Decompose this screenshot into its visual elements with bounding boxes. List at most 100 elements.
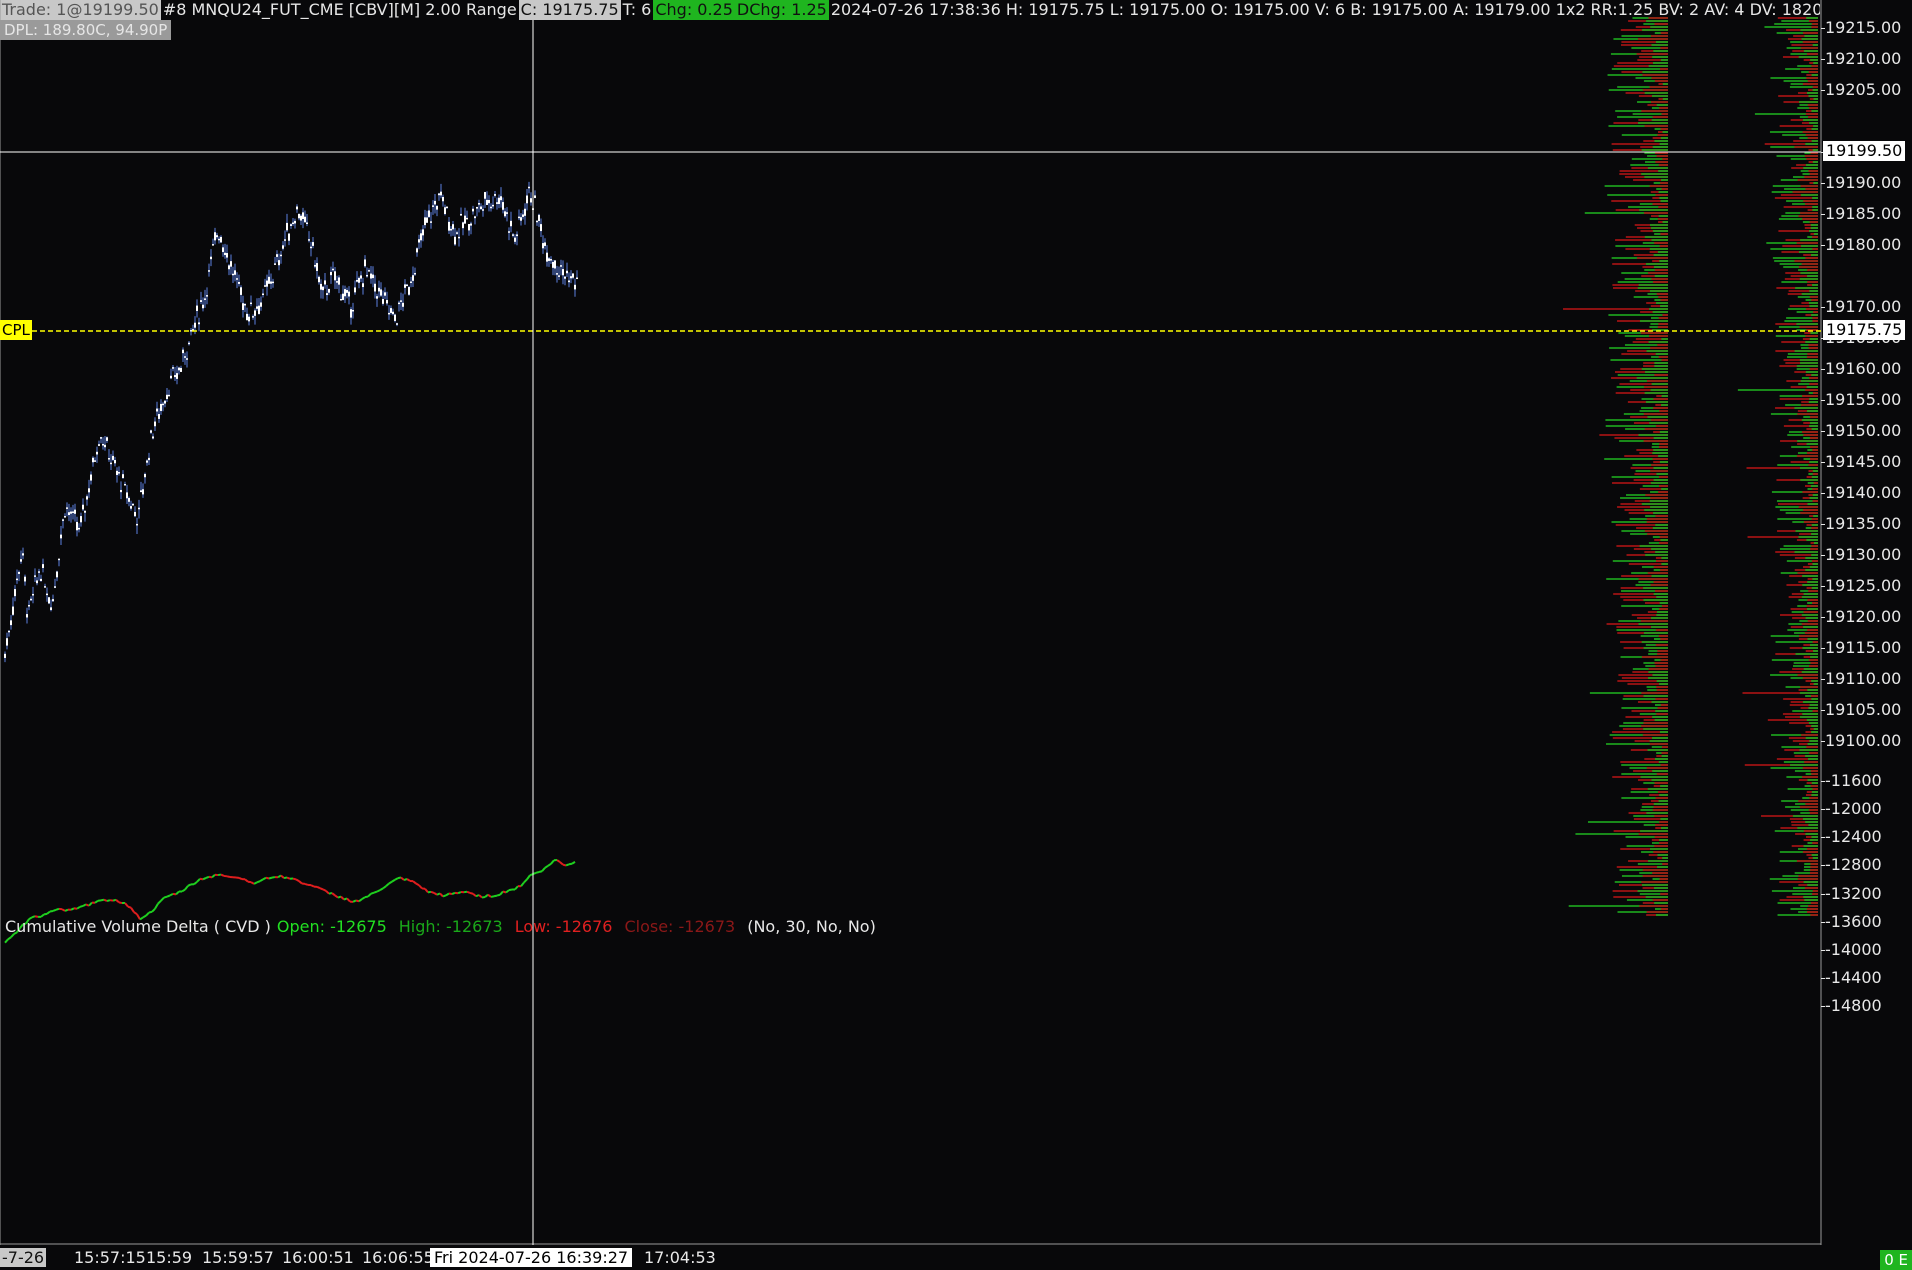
candle-body <box>216 235 218 238</box>
candle-body <box>170 375 172 379</box>
candle-body <box>566 270 568 274</box>
cvd-segment <box>172 892 177 896</box>
candle-body <box>522 214 524 217</box>
candle-body <box>362 283 364 288</box>
cvd-segment <box>4 938 9 944</box>
candle-body <box>140 490 142 493</box>
candle-body <box>156 408 158 412</box>
cvd-segment <box>568 862 573 866</box>
cvd-segment <box>487 893 492 898</box>
candle-body <box>54 586 56 588</box>
candle-body <box>550 259 552 261</box>
chart-plot-area[interactable] <box>0 0 1912 1270</box>
cvd-segment <box>406 878 411 882</box>
cvd-segment <box>424 888 429 893</box>
candle-body <box>416 248 418 253</box>
time-tick: 16:06:55 <box>362 1248 434 1267</box>
candle-body <box>70 511 72 514</box>
candle-body <box>102 443 104 446</box>
cpl-label: CPL <box>0 320 32 340</box>
candle-body <box>324 280 326 285</box>
cvd-segment <box>385 882 390 887</box>
candle-body <box>404 284 406 288</box>
candle-body <box>66 507 68 509</box>
cvd-segment <box>43 912 48 916</box>
candle-body <box>418 239 420 243</box>
candle-body <box>138 507 140 510</box>
candle-body <box>172 367 174 369</box>
cvd-segment <box>196 878 201 883</box>
cvd-segment <box>226 875 231 878</box>
cvd-segment <box>55 907 60 911</box>
candle-body <box>14 588 16 597</box>
cvd-segment <box>544 865 549 869</box>
candle-body <box>100 437 102 439</box>
candle-body <box>214 232 216 241</box>
candle-body <box>322 286 324 291</box>
cvd-params: (No, 30, No, No) <box>747 917 876 936</box>
chart-window[interactable]: Trade: 1@19199.50 #8 MNQU24_FUT_CME [CBV]… <box>0 0 1912 1270</box>
candle-body <box>24 576 26 582</box>
candle-body <box>90 474 92 481</box>
candle-body <box>400 300 402 302</box>
candle-body <box>50 607 52 611</box>
candle-body <box>478 203 480 205</box>
candle-body <box>12 606 14 615</box>
time-tick: 15:59 <box>146 1248 193 1267</box>
cvd-segment <box>373 890 378 894</box>
candle-body <box>428 210 430 217</box>
candle-body <box>466 217 468 220</box>
cvd-segment <box>145 911 150 917</box>
candle-body <box>292 222 294 225</box>
candle-body <box>198 322 200 325</box>
price-tick: 19150.00 <box>1820 421 1902 440</box>
cvd-segment <box>52 908 57 912</box>
candle-body <box>348 291 350 297</box>
cvd-segment <box>154 903 159 910</box>
candle-body <box>204 298 206 300</box>
candle-body <box>354 287 356 293</box>
candle-body <box>144 473 146 478</box>
candle-body <box>42 564 44 568</box>
candle-body <box>118 472 120 474</box>
cvd-segment <box>256 880 261 884</box>
candle-body <box>370 273 372 279</box>
candle-body <box>222 247 224 252</box>
candle-body <box>558 275 560 277</box>
cvd-segment <box>115 899 120 904</box>
cvd-segment <box>298 880 303 885</box>
cvd-segment <box>127 905 132 909</box>
candle-body <box>194 322 196 328</box>
cvd-segment <box>331 892 336 897</box>
cvd-segment <box>193 881 198 886</box>
candle-body <box>358 277 360 283</box>
cvd-segment <box>64 908 69 912</box>
candle-body <box>494 194 496 196</box>
candle-body <box>212 244 214 246</box>
candle-body <box>114 460 116 464</box>
candle-body <box>314 264 316 267</box>
candle-body <box>438 193 440 196</box>
candle-body <box>376 296 378 299</box>
candle-body <box>146 460 148 463</box>
cvd-segment <box>412 880 417 885</box>
candle-body <box>398 302 400 305</box>
candle-body <box>86 496 88 500</box>
candle-body <box>456 232 458 234</box>
cvd-segment <box>262 876 267 881</box>
candle-body <box>210 256 212 260</box>
candle-body <box>518 216 520 219</box>
candle-body <box>72 511 74 513</box>
price-axis[interactable]: 19215.0019210.0019205.0019200.0019195.00… <box>1820 0 1912 1245</box>
cvd-tick: -12800 <box>1821 855 1882 875</box>
candle-body <box>384 292 386 296</box>
candle-body <box>16 578 18 581</box>
cvd-segment <box>187 883 192 887</box>
candle-body <box>504 211 506 217</box>
candle-body <box>112 455 114 460</box>
status-badge[interactable]: 0 E <box>1880 1250 1912 1270</box>
candle-body <box>278 260 280 266</box>
cvd-segment <box>478 894 483 899</box>
cvd-tick: -14400 <box>1821 967 1882 987</box>
time-axis[interactable]: -7-26 15:57:15 15:59 15:59:57 16:00:51 1… <box>0 1245 1821 1270</box>
